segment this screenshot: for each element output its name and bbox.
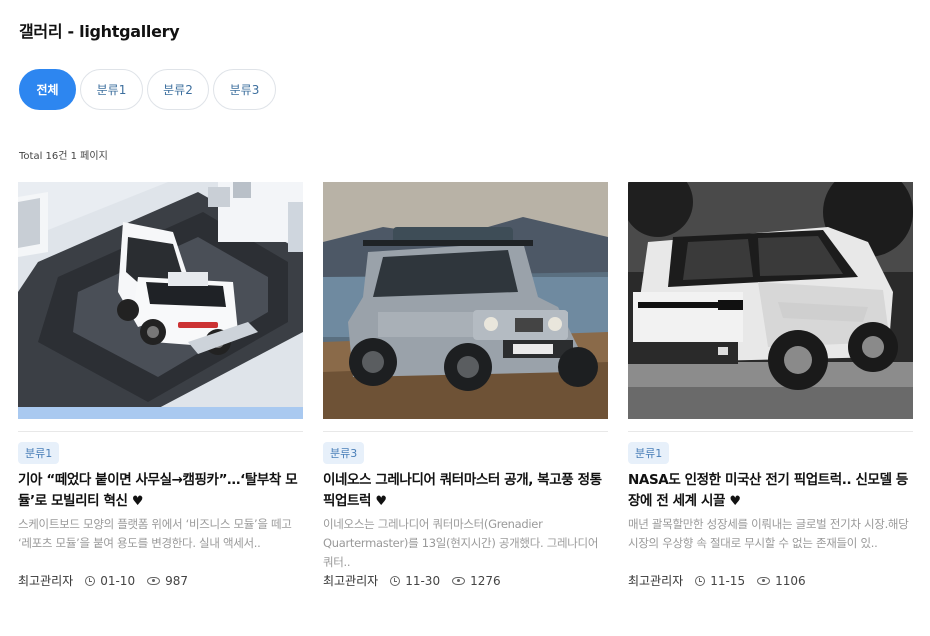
eye-icon (452, 576, 466, 585)
category-badge: 분류1 (628, 442, 670, 464)
post-thumbnail[interactable] (628, 182, 913, 419)
post-views: 1276 (470, 573, 501, 588)
post-thumbnail[interactable] (18, 182, 303, 419)
tab-category-3[interactable]: 분류3 (213, 69, 276, 110)
tab-category-2[interactable]: 분류2 (147, 69, 209, 110)
clock-icon (85, 575, 96, 586)
clock-icon (390, 575, 401, 586)
post-title-text[interactable]: 기아 “떼었다 붙이면 사무실→캠핑카”…‘탈부착 모듈’로 모빌리티 혁신 (18, 472, 298, 509)
category-badge: 분류3 (323, 442, 365, 464)
post-author: 최고관리자 (18, 574, 74, 588)
eye-icon (757, 576, 771, 585)
card-divider (18, 431, 303, 432)
page-title: 갤러리 - lightgallery (19, 22, 180, 41)
post-thumbnail[interactable] (323, 182, 608, 419)
post-title-text[interactable]: NASA도 인정한 미국산 전기 픽업트럭.. 신모델 등장에 전 세계 시끌 (628, 472, 908, 509)
gallery-card[interactable]: 분류1 기아 “떼었다 붙이면 사무실→캠핑카”…‘탈부착 모듈’로 모빌리티 … (18, 182, 303, 588)
post-title-text[interactable]: 이네오스 그레나디어 쿼터마스터 공개, 복고풍 정통 픽업트럭 (323, 472, 602, 509)
post-meta: 최고관리자 11-15 1106 (628, 572, 806, 589)
eye-icon (147, 576, 161, 585)
heart-icon: ♥ (729, 494, 741, 509)
card-divider (323, 431, 608, 432)
total-count: Total 16건 1 페이지 (19, 151, 108, 162)
post-author: 최고관리자 (628, 574, 684, 588)
heart-icon: ♥ (131, 494, 144, 509)
post-excerpt: 스케이트보드 모양의 플랫폼 위에서 ‘비즈니스 모듈’을 떼고 ‘레포츠 모듈… (18, 517, 292, 550)
clock-icon (695, 575, 706, 586)
post-date: 01-10 (100, 573, 136, 588)
post-date: 11-15 (710, 573, 746, 588)
post-date: 11-30 (405, 573, 441, 588)
post-views: 987 (165, 573, 188, 588)
tab-all[interactable]: 전체 (19, 69, 76, 110)
gallery-card[interactable]: 분류1 NASA도 인정한 미국산 전기 픽업트럭.. 신모델 등장에 전 세계… (628, 182, 913, 588)
post-title[interactable]: 이네오스 그레나디어 쿼터마스터 공개, 복고풍 정통 픽업트럭 ♥ (323, 470, 606, 512)
post-title[interactable]: NASA도 인정한 미국산 전기 픽업트럭.. 신모델 등장에 전 세계 시끌 … (628, 470, 913, 512)
gallery-card[interactable]: 분류3 이네오스 그레나디어 쿼터마스터 공개, 복고풍 정통 픽업트럭 ♥ 이… (323, 182, 608, 588)
post-excerpt: 매년 괄목할만한 성장세를 이뤄내는 글로벌 전기차 시장.해당 시장의 우상향… (628, 517, 909, 550)
card-divider (628, 431, 913, 432)
post-excerpt: 이네오스는 그레나디어 쿼터마스터(Grenadier Quartermaste… (323, 517, 599, 569)
post-meta: 최고관리자 01-10 987 (18, 572, 188, 589)
category-badge: 분류1 (18, 442, 60, 464)
category-tabs: 전체 분류1 분류2 분류3 (19, 69, 276, 110)
post-meta: 최고관리자 11-30 1276 (323, 572, 501, 589)
post-title[interactable]: 기아 “떼었다 붙이면 사무실→캠핑카”…‘탈부착 모듈’로 모빌리티 혁신 ♥ (18, 470, 298, 512)
post-views: 1106 (775, 573, 806, 588)
heart-icon: ♥ (375, 494, 387, 509)
post-author: 최고관리자 (323, 574, 379, 588)
tab-category-1[interactable]: 분류1 (80, 69, 143, 110)
